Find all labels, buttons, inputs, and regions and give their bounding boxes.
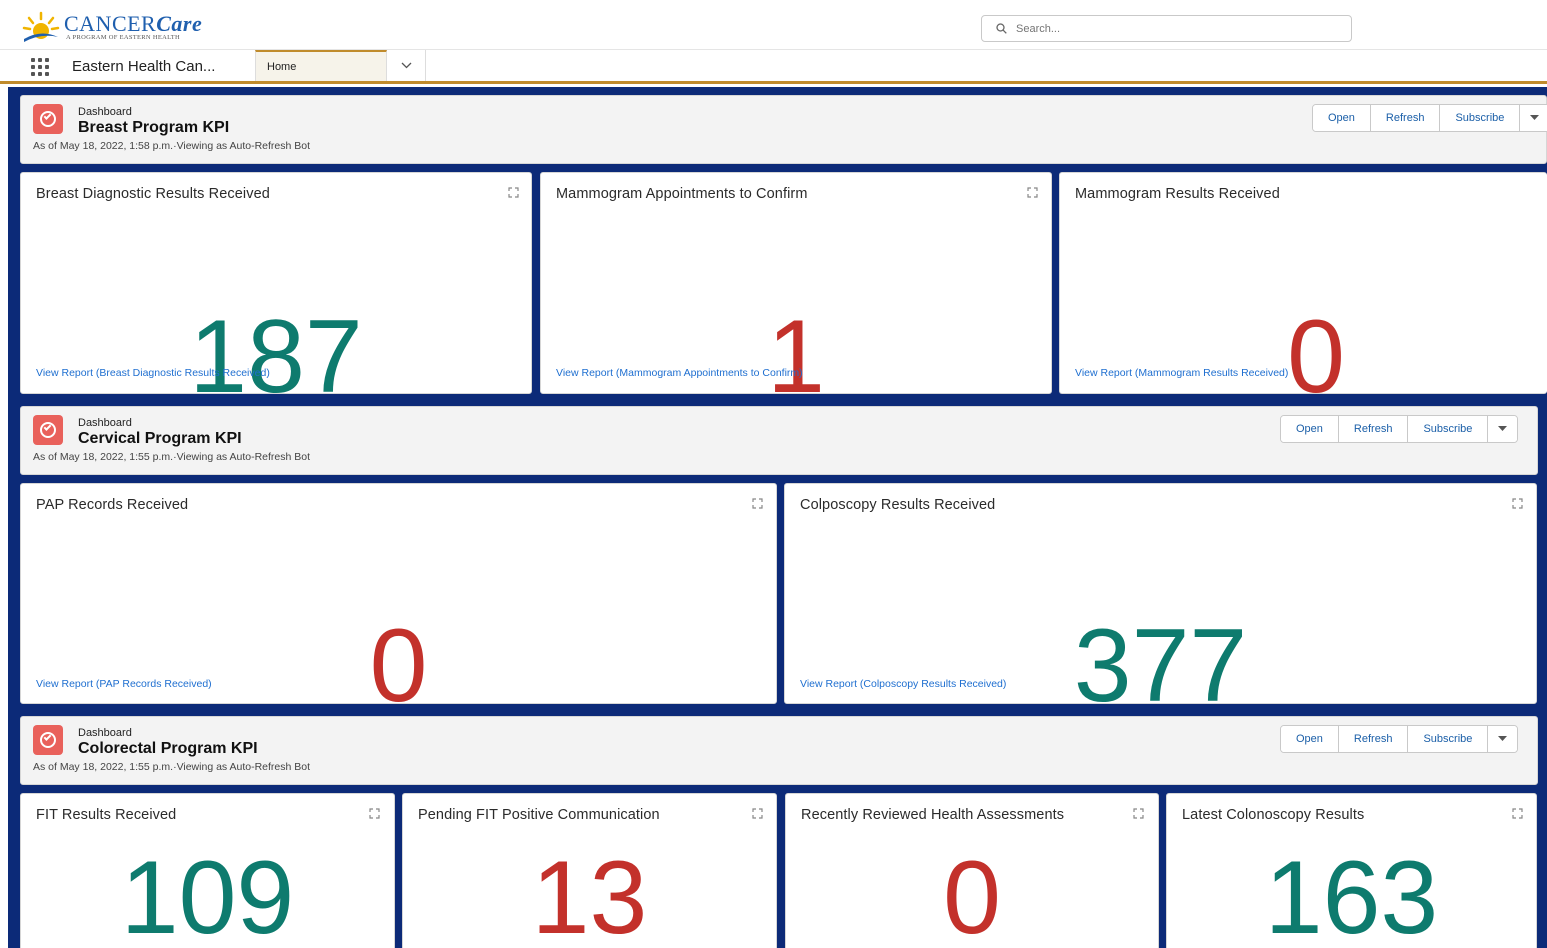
dashboard-label: Dashboard (78, 417, 132, 429)
open-button[interactable]: Open (1281, 726, 1339, 752)
open-button[interactable]: Open (1313, 105, 1371, 131)
expand-icon[interactable] (508, 187, 519, 198)
app-navigation-bar: Eastern Health Can... Home (0, 50, 1547, 84)
kpi-card: Pending FIT Positive Communication 13 (402, 793, 777, 948)
view-report-link[interactable]: View Report (Mammogram Results Received) (1075, 367, 1288, 379)
logo-tagline: A PROGRAM OF EASTERN HEALTH (66, 34, 181, 41)
global-search[interactable] (981, 15, 1352, 42)
expand-icon[interactable] (1512, 498, 1523, 509)
expand-icon[interactable] (752, 808, 763, 819)
dashboard-label: Dashboard (78, 727, 132, 739)
expand-icon[interactable] (1512, 808, 1523, 819)
dashboard-gauge-icon (33, 725, 63, 755)
expand-icon[interactable] (1027, 187, 1038, 198)
refresh-button[interactable]: Refresh (1338, 416, 1409, 442)
caret-down-icon (1498, 426, 1508, 431)
kpi-card: Breast Diagnostic Results Received 187 V… (20, 172, 532, 394)
kpi-value: 1 (767, 299, 825, 394)
subscribe-button[interactable]: Subscribe (1408, 726, 1489, 752)
app-launcher-icon[interactable] (31, 58, 51, 76)
kpi-card: Colposcopy Results Received 377 View Rep… (784, 483, 1537, 704)
dashboard-timestamp: As of May 18, 2022, 1:58 p.m.·Viewing as… (33, 140, 311, 152)
dashboard-title: Breast Program KPI (78, 119, 230, 136)
view-report-link[interactable]: View Report (PAP Records Received) (36, 678, 212, 690)
dashboard-canvas: Dashboard Breast Program KPI As of May 1… (8, 87, 1547, 948)
dashboard-title: Colorectal Program KPI (78, 740, 258, 757)
kpi-card: FIT Results Received 109 (20, 793, 395, 948)
dashboard-gauge-icon (33, 415, 63, 445)
expand-icon[interactable] (369, 808, 380, 819)
kpi-value: 109 (120, 840, 295, 948)
card-title: Pending FIT Positive Communication (418, 807, 660, 823)
kpi-value: 163 (1264, 840, 1439, 948)
kpi-card: PAP Records Received 0 View Report (PAP … (20, 483, 777, 704)
refresh-button[interactable]: Refresh (1338, 726, 1409, 752)
view-report-link[interactable]: View Report (Colposcopy Results Received… (800, 678, 1006, 690)
card-title: PAP Records Received (36, 497, 189, 513)
kpi-value: 377 (1073, 608, 1248, 704)
open-button[interactable]: Open (1281, 416, 1339, 442)
view-report-link[interactable]: View Report (Mammogram Appointments to C… (556, 367, 803, 379)
view-report-link[interactable]: View Report (Breast Diagnostic Results R… (36, 367, 270, 379)
dashboard-actions: Open Refresh Subscribe (1280, 725, 1519, 753)
nav-more-button[interactable] (388, 50, 426, 81)
card-title: FIT Results Received (36, 807, 177, 823)
card-title: Mammogram Results Received (1075, 186, 1280, 202)
card-title: Recently Reviewed Health Assessments (801, 807, 1065, 823)
more-actions-button[interactable] (1488, 416, 1518, 442)
search-input[interactable] (1016, 20, 1336, 38)
expand-icon[interactable] (1133, 808, 1144, 819)
sun-logo-icon (22, 11, 60, 42)
dashboard-label: Dashboard (78, 106, 132, 118)
subscribe-button[interactable]: Subscribe (1408, 416, 1489, 442)
caret-down-icon (1498, 736, 1508, 741)
dashboard-header-cervical: Dashboard Cervical Program KPI As of May… (20, 406, 1538, 475)
card-title: Breast Diagnostic Results Received (36, 186, 270, 202)
card-title: Colposcopy Results Received (800, 497, 996, 513)
kpi-value: 187 (189, 299, 363, 394)
cancercare-logo[interactable]: CANCERCare A PROGRAM OF EASTERN HEALTH (22, 9, 222, 45)
tab-home-label: Home (267, 61, 297, 73)
global-header: CANCERCare A PROGRAM OF EASTERN HEALTH (0, 0, 1547, 50)
kpi-value: 0 (1287, 299, 1345, 394)
caret-down-icon (1530, 115, 1540, 120)
dashboard-actions: Open Refresh Subscribe (1312, 104, 1547, 132)
more-actions-button[interactable] (1488, 726, 1518, 752)
dashboard-actions: Open Refresh Subscribe (1280, 415, 1519, 443)
dashboard-timestamp: As of May 18, 2022, 1:55 p.m.·Viewing as… (33, 451, 311, 463)
tab-home[interactable]: Home (255, 50, 387, 81)
subscribe-button[interactable]: Subscribe (1440, 105, 1521, 131)
refresh-button[interactable]: Refresh (1370, 105, 1441, 131)
kpi-value: 0 (369, 608, 428, 704)
dashboard-title: Cervical Program KPI (78, 430, 242, 447)
search-icon (996, 23, 1007, 34)
dashboard-header-colorectal: Dashboard Colorectal Program KPI As of M… (20, 716, 1538, 785)
more-actions-button[interactable] (1520, 105, 1547, 131)
expand-icon[interactable] (752, 498, 763, 509)
app-name: Eastern Health Can... (72, 58, 216, 75)
kpi-value: 0 (943, 840, 1001, 948)
chevron-down-icon (401, 62, 412, 69)
kpi-card: Mammogram Appointments to Confirm 1 View… (540, 172, 1052, 394)
dashboard-gauge-icon (33, 104, 63, 134)
kpi-card: Recently Reviewed Health Assessments 0 (785, 793, 1159, 948)
card-title: Mammogram Appointments to Confirm (556, 186, 808, 202)
dashboard-header-breast: Dashboard Breast Program KPI As of May 1… (20, 95, 1547, 164)
kpi-card: Mammogram Results Received 0 View Report… (1059, 172, 1547, 394)
kpi-value: 13 (531, 840, 648, 948)
dashboard-timestamp: As of May 18, 2022, 1:55 p.m.·Viewing as… (33, 761, 311, 773)
card-title: Latest Colonoscopy Results (1182, 807, 1365, 823)
kpi-card: Latest Colonoscopy Results 163 (1166, 793, 1537, 948)
